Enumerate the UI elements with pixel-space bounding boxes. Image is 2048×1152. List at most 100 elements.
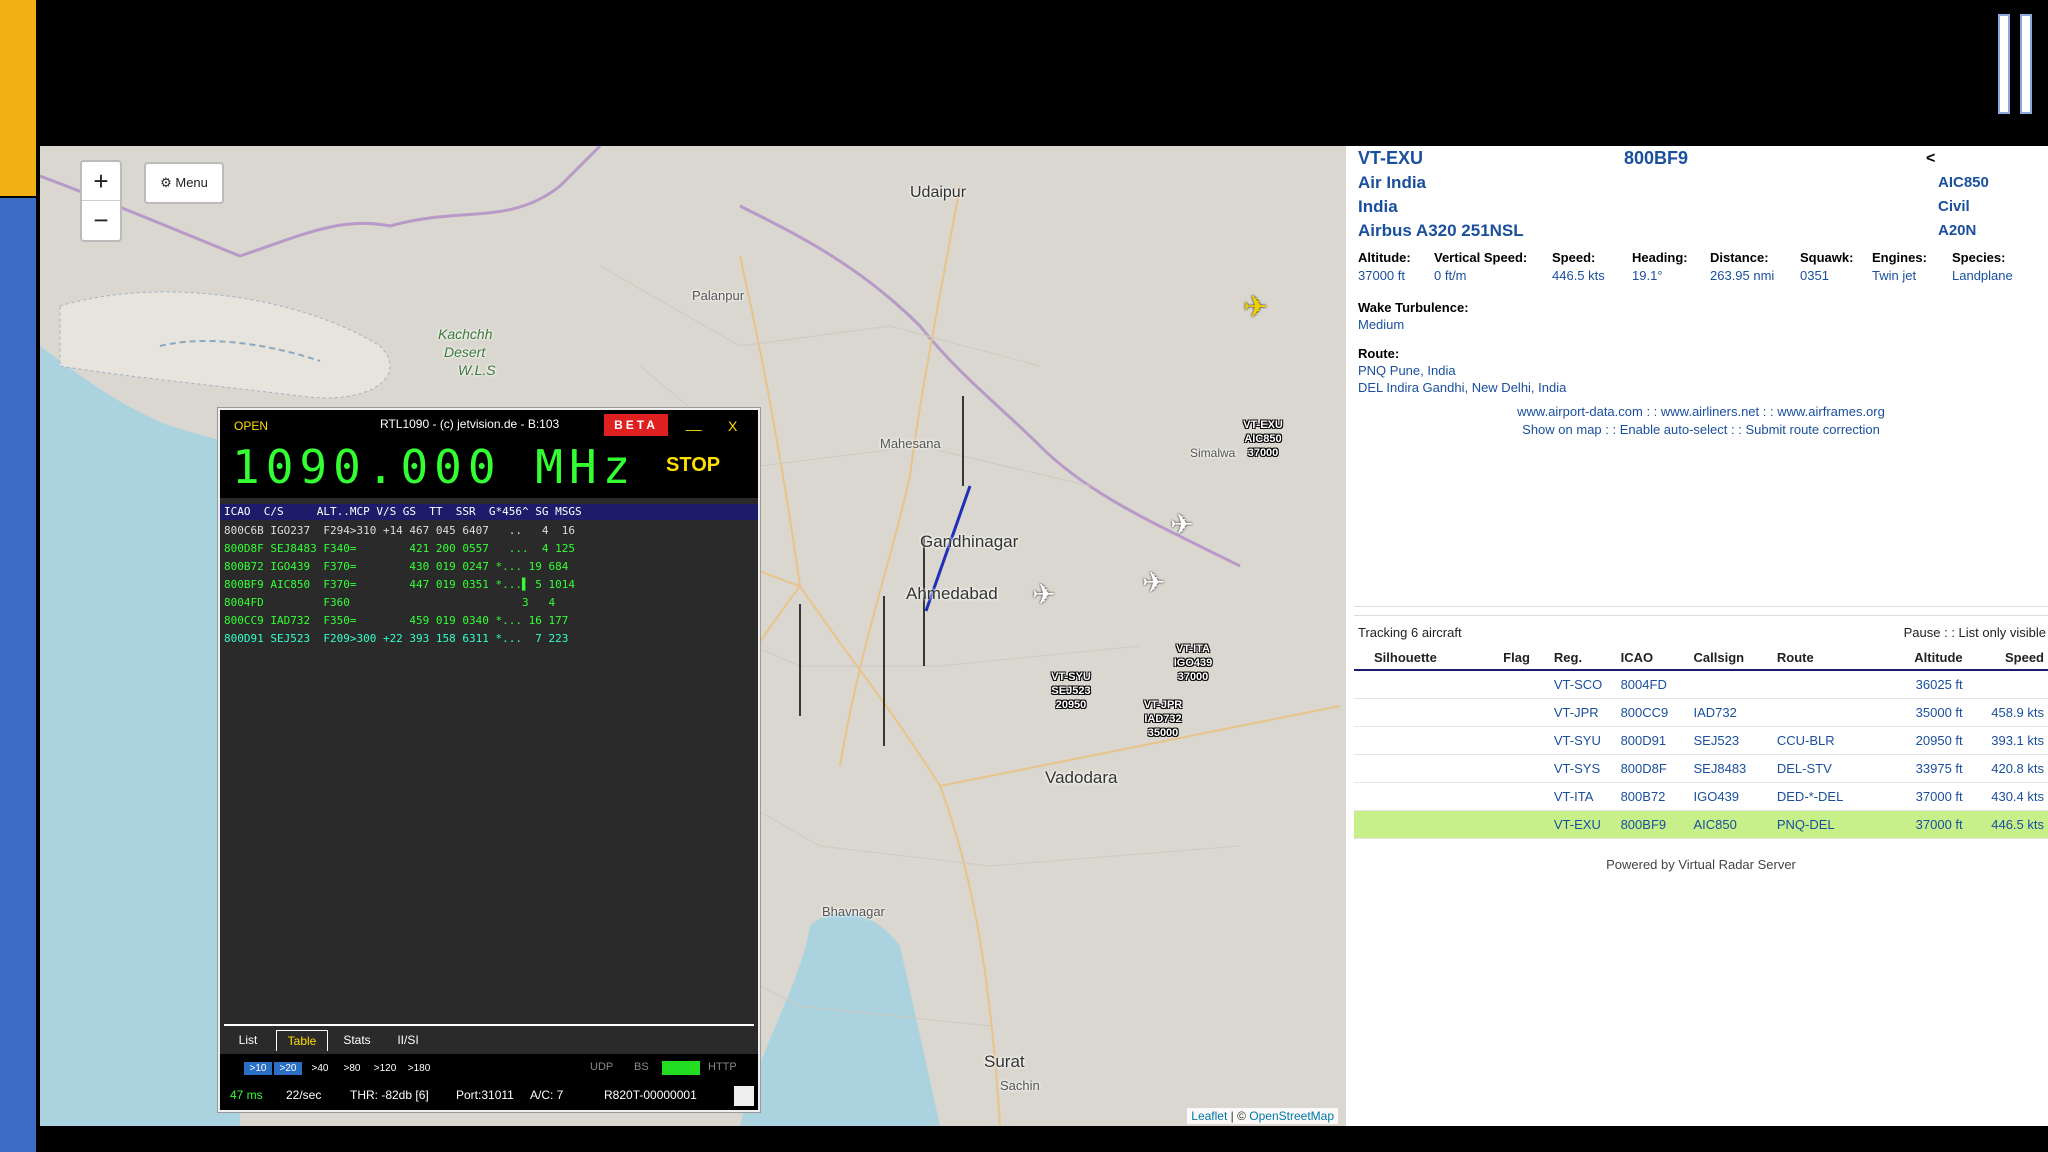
rtl-tab-iisi[interactable]: II/SI [388, 1030, 428, 1050]
cell-reg: VT-ITA [1549, 782, 1617, 811]
aircraft-row[interactable]: VT-JPR 800CC9 IAD732 35000 ft 458.9 kts [1354, 698, 2048, 727]
rtl-table-header: ICAO C/S ALT..MCP V/S GS TT SSR G*456^ S… [220, 504, 758, 520]
aircraft-selected-icon[interactable]: ✈ [1243, 290, 1268, 325]
rtl-range-80[interactable]: >80 [338, 1062, 366, 1075]
aircraft-row[interactable]: VT-SYU 800D91 SEJ523 CCU-BLR 20950 ft 393.1 k… [1354, 726, 2048, 755]
rtl-table-row[interactable]: 800B72 IGO439 F370= 430 019 0247 *... 19… [224, 558, 575, 576]
rtl-close-button[interactable]: X [728, 418, 737, 434]
rtl-minimize-button[interactable]: __ [686, 415, 702, 431]
rtl-threshold: THR: -82db [6] [350, 1088, 429, 1102]
col-altitude[interactable]: Altitude [1874, 645, 1967, 671]
zoom-in-button[interactable]: + [82, 162, 120, 201]
col-callsign[interactable]: Callsign [1689, 645, 1773, 671]
map-place-label: W.L.S [458, 362, 496, 378]
rtl-table-row[interactable]: 8004FD F360 3 4 [224, 594, 575, 612]
cell-callsign: IGO439 [1689, 782, 1773, 811]
rtl-range-40[interactable]: >40 [306, 1062, 334, 1075]
aircraft-icon[interactable]: ✈ [1170, 508, 1193, 541]
cell-silhouette [1354, 810, 1484, 839]
rtl-range-10[interactable]: >10 [244, 1062, 272, 1075]
rtl-udp-indicator[interactable]: UDP [590, 1061, 613, 1073]
aircraft-icon[interactable]: ✈ [1032, 578, 1055, 611]
rtl-table-row[interactable]: 800CC9 IAD732 F350= 459 019 0340 *... 16… [224, 612, 575, 630]
cell-icao: 800B72 [1616, 782, 1690, 811]
cell-silhouette [1354, 698, 1484, 727]
aircraft-label-vt-syu[interactable]: VT-SYU SEJ523 20950 [1036, 670, 1106, 712]
cell-callsign: SEJ523 [1689, 726, 1773, 755]
detail-country: India [1358, 197, 1398, 216]
pause-icon[interactable] [1998, 14, 2034, 114]
rtl-range-20[interactable]: >20 [274, 1062, 302, 1075]
field-key: Species: [1952, 250, 2006, 265]
rtl-table-row[interactable]: 800D8F SEJ8483 F340= 421 200 0557 ... 4 … [224, 540, 575, 558]
menu-button[interactable]: ⚙ Menu [144, 162, 224, 204]
rtl-table-rows: 800C6B IGO237 F294>310 +14 467 045 6407 … [224, 522, 575, 648]
aircraft-label-reg: VT-ITA [1175, 643, 1210, 655]
rtl-resize-handle[interactable] [734, 1086, 754, 1106]
rtl-status-bar: >10 >20 >40 >80 >120 >180 UDP BS HTTP 47… [220, 1054, 758, 1110]
rtl-window-title: RTL1090 - (c) jetvision.de - B:103 [380, 417, 560, 431]
field-key: Squawk: [1800, 250, 1854, 265]
aircraft-label-vt-ita[interactable]: VT-ITA IGO439 37000 [1158, 642, 1228, 684]
col-reg[interactable]: Reg. [1549, 645, 1617, 671]
rtl-http-indicator[interactable]: HTTP [708, 1061, 737, 1073]
rtl-range-180[interactable]: >180 [404, 1062, 434, 1075]
cell-reg: VT-JPR [1549, 698, 1617, 727]
cell-flag [1483, 782, 1550, 811]
zoom-out-button[interactable]: − [82, 201, 120, 239]
cell-icao: 800BF9 [1616, 810, 1690, 839]
aircraft-label-alt: 20950 [1055, 699, 1087, 711]
route-label: Route: [1358, 346, 1400, 361]
col-silhouette[interactable]: Silhouette [1354, 645, 1484, 671]
rtl-bs-indicator[interactable]: BS [634, 1061, 649, 1073]
cell-altitude: 36025 ft [1874, 670, 1967, 699]
cell-altitude: 37000 ft [1874, 810, 1967, 839]
cell-silhouette [1354, 782, 1484, 811]
route-to: DEL Indira Gandhi, New Delhi, India [1358, 380, 1567, 395]
rtl-open-button[interactable]: OPEN [234, 419, 268, 433]
col-route[interactable]: Route [1772, 645, 1875, 671]
aircraft-label-reg: VT-JPR [1143, 699, 1183, 711]
openstreetmap-link[interactable]: OpenStreetMap [1249, 1109, 1334, 1123]
field-distance: Distance: 263.95 nmi [1710, 250, 1774, 283]
field-squawk: Squawk: 0351 [1800, 250, 1853, 283]
rtl-signal-indicator [662, 1061, 700, 1075]
route-block: Route: PNQ Pune, India DEL Indira Gandhi… [1358, 346, 1566, 395]
aircraft-label-vt-jpr[interactable]: VT-JPR IAD732 35000 [1128, 698, 1198, 740]
col-flag[interactable]: Flag [1483, 645, 1550, 671]
aircraft-row[interactable]: VT-SYS 800D8F SEJ8483 DEL-STV 33975 ft 420.8 … [1354, 754, 2048, 783]
leaflet-link[interactable]: Leaflet [1191, 1109, 1227, 1123]
aircraft-label-reg: VT-EXU [1243, 419, 1283, 431]
rtl-frequency: 1090.000 MHz [232, 440, 637, 494]
rtl1090-window[interactable]: OPEN RTL1090 - (c) jetvision.de - B:103 … [218, 408, 760, 1112]
aircraft-icon[interactable]: ✈ [1142, 566, 1165, 599]
list-splitter[interactable] [1354, 607, 2048, 616]
rtl-table-row[interactable]: 800C6B IGO237 F294>310 +14 467 045 6407 … [224, 522, 575, 540]
aircraft-row[interactable]: VT-EXU 800BF9 AIC850 PNQ-DEL 37000 ft 446.5 k… [1354, 810, 2048, 839]
col-icao[interactable]: ICAO [1616, 645, 1690, 671]
map-action-links[interactable]: Show on map : : Enable auto-select : : S… [1354, 422, 2048, 437]
rtl-table-row[interactable]: 800BF9 AIC850 F370= 447 019 0351 *...▌ 5… [224, 576, 575, 594]
external-links[interactable]: www.airport-data.com : : www.airliners.n… [1354, 404, 2048, 419]
aircraft-row[interactable]: VT-SCO 8004FD 36025 ft [1354, 670, 2048, 699]
map-place-label: Kachchh [438, 326, 493, 342]
rtl-rate: 22/sec [286, 1088, 322, 1102]
list-options-links[interactable]: Pause : : List only visible [1904, 625, 2046, 640]
rtl-range-120[interactable]: >120 [370, 1062, 400, 1075]
cell-reg: VT-SYS [1549, 754, 1617, 783]
cell-speed: 430.4 kts [1966, 782, 2048, 811]
map-place-label: Bhavnagar [822, 904, 885, 919]
col-speed[interactable]: Speed [1966, 645, 2048, 671]
rtl-tab-table[interactable]: Table [276, 1030, 328, 1051]
cell-altitude: 33975 ft [1874, 754, 1967, 783]
aircraft-label-vt-exu[interactable]: VT-EXU AIC850 37000 [1228, 418, 1298, 460]
rtl-tab-stats[interactable]: Stats [334, 1030, 380, 1050]
rtl-table-row[interactable]: 800D91 SEJ523 F209>300 +22 393 158 6311 … [224, 630, 575, 648]
collapse-arrow-icon[interactable]: < [1926, 150, 1935, 168]
aircraft-row[interactable]: VT-ITA 800B72 IGO439 DED-*-DEL 37000 ft 430.4… [1354, 782, 2048, 811]
detail-icao: 800BF9 [1624, 148, 1689, 168]
map-view[interactable]: Udaipur Palanpur Kachchh Desert W.L.S Ma… [40, 146, 1346, 1126]
rtl-tab-list[interactable]: List [228, 1030, 268, 1050]
rtl-stop-button[interactable]: STOP [666, 454, 720, 477]
rtl-titlebar[interactable]: OPEN RTL1090 - (c) jetvision.de - B:103 … [220, 410, 758, 440]
